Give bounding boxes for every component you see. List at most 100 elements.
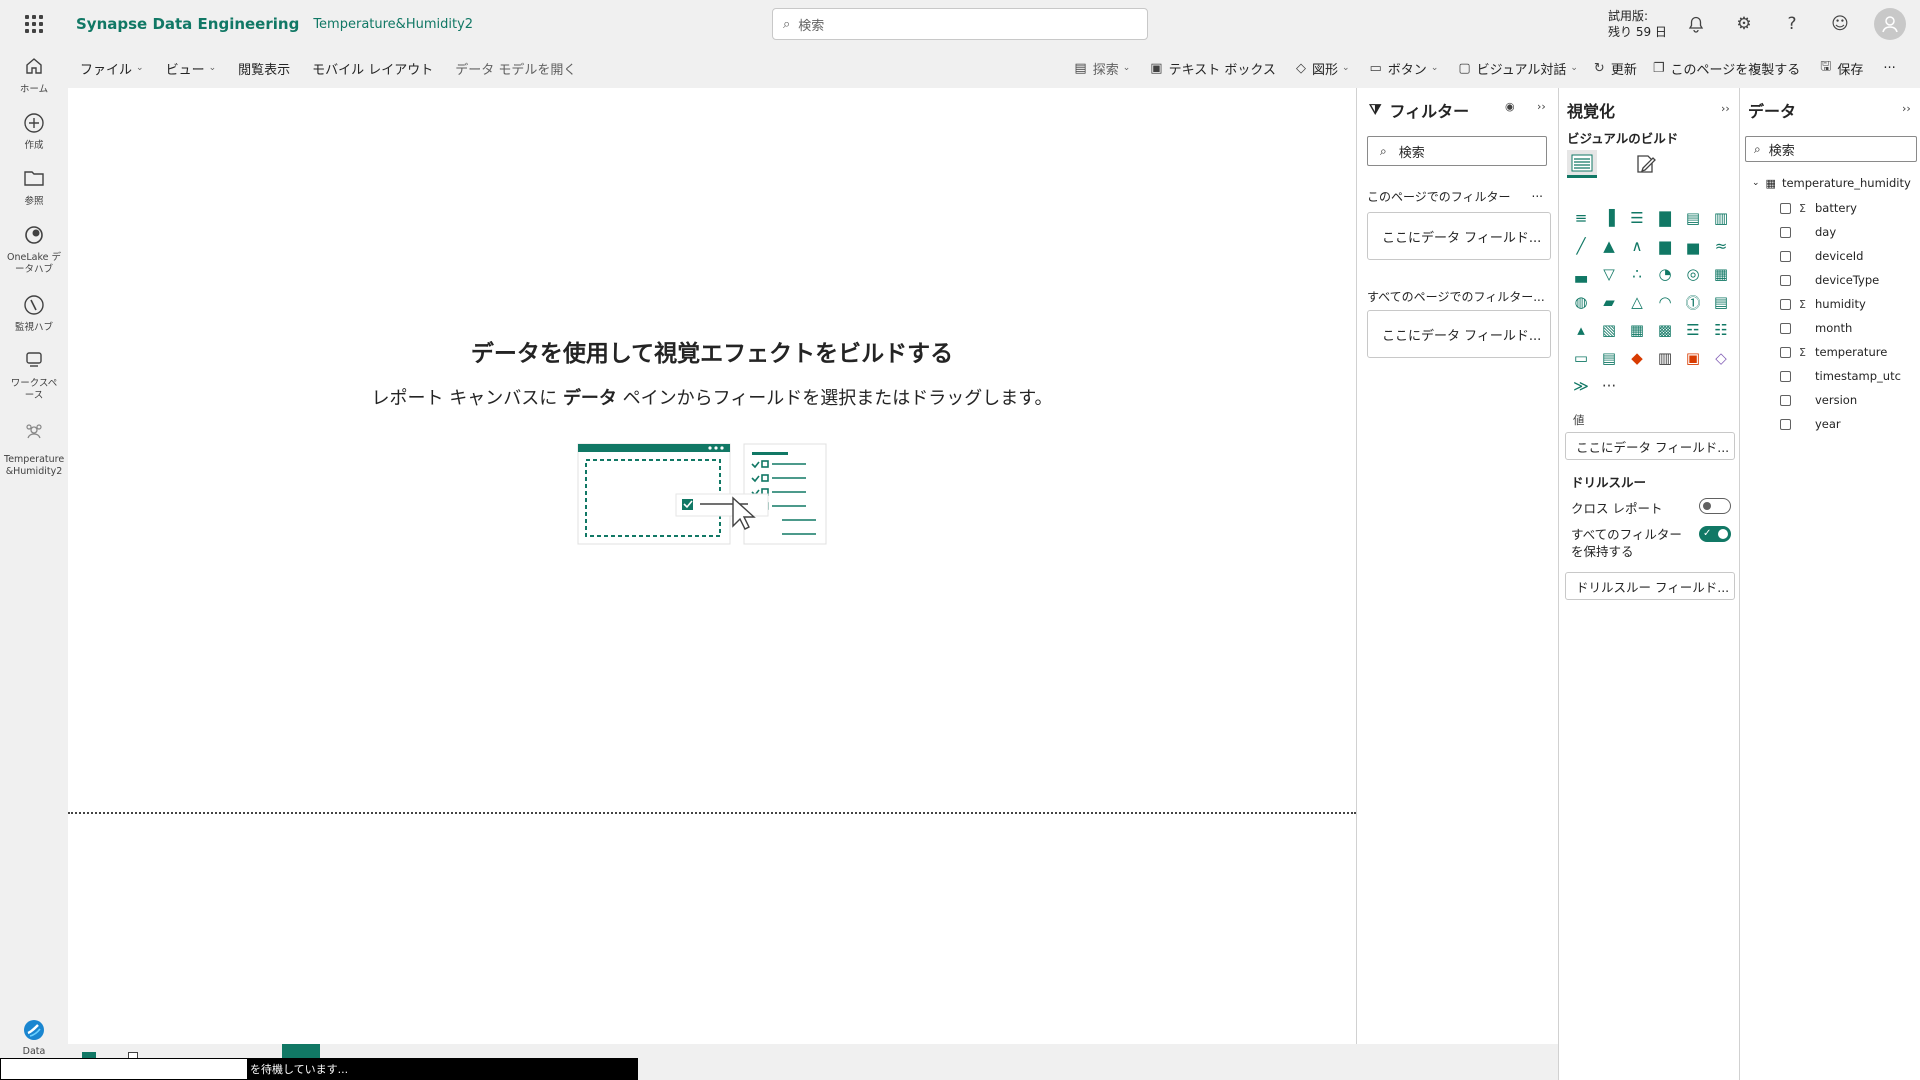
format-visual-tab[interactable] [1631,150,1661,178]
refresh-button[interactable]: ↻ 更新 [1594,48,1637,88]
keep-all-filters-toggle[interactable]: ✓ [1699,526,1731,542]
user-avatar[interactable] [1874,8,1906,40]
field-item-battery[interactable]: Σbattery [1780,200,1857,216]
clustered-bar-chart-icon[interactable]: ☰ [1623,204,1651,232]
collapse-data-chevron-icon[interactable]: ›› [1902,102,1911,115]
collapse-visualizations-chevron-icon[interactable]: ›› [1721,102,1730,115]
field-item-version[interactable]: version [1780,392,1857,408]
feedback-smiley-icon[interactable]: ☺ [1828,12,1852,36]
field-item-temperature[interactable]: Σtemperature [1780,344,1887,360]
field-checkbox[interactable] [1780,202,1791,214]
settings-gear-icon[interactable]: ⚙ [1732,12,1756,36]
view-menu[interactable]: ビュー ⌄ [166,48,217,88]
narrative-icon[interactable]: ▤ [1595,344,1623,372]
all-pages-filter-well[interactable]: ここにデータ フィールド... [1367,310,1551,358]
this-page-filter-well[interactable]: ここにデータ フィールド... [1367,212,1551,260]
global-search-input[interactable]: ⌕ 検索 [772,8,1148,40]
rail-data-experience[interactable]: Data [0,1018,68,1058]
more-options-button[interactable]: ··· [1883,48,1895,88]
field-item-deviceType[interactable]: deviceType [1780,272,1879,288]
field-item-timestamp_utc[interactable]: timestamp_utc [1780,368,1901,384]
field-checkbox[interactable] [1780,274,1791,286]
slicer-icon[interactable]: ▧ [1595,316,1623,344]
stacked-area-chart-icon[interactable]: ∧ [1623,232,1651,260]
field-item-month[interactable]: month [1780,320,1852,336]
buttons-button[interactable]: ▭ ボタン ⌄ [1370,48,1439,88]
field-checkbox[interactable] [1780,322,1791,334]
more-visuals-button[interactable]: ··· [1595,372,1623,400]
funnel-chart-icon[interactable]: ▽ [1595,260,1623,288]
table-icon[interactable]: ▦ [1623,316,1651,344]
100-stacked-column-chart-icon[interactable]: ▥ [1707,204,1735,232]
multi-row-card-icon[interactable]: ▤ [1707,288,1735,316]
duplicate-page-button[interactable]: ❐ このページを複製する [1653,48,1800,88]
report-name[interactable]: Temperature&Humidity2 [313,17,473,32]
line-chart-icon[interactable]: ╱ [1567,232,1595,260]
paginated-report-icon[interactable]: ▥ [1651,344,1679,372]
field-item-deviceId[interactable]: deviceId [1780,248,1863,264]
key-influencers-icon[interactable]: ☲ [1679,316,1707,344]
rail-monitor[interactable]: 監視ハブ [0,294,68,334]
visual-interactions-button[interactable]: ▢ ビジュアル対話 ⌄ [1458,48,1578,88]
field-checkbox[interactable] [1780,370,1791,382]
azure-map-icon[interactable]: △ [1623,288,1651,316]
build-visual-tab[interactable] [1567,150,1597,178]
mobile-layout-button[interactable]: モバイル レイアウト [312,48,433,88]
open-data-model-button[interactable]: データ モデルを開く [455,48,576,88]
stacked-bar-chart-icon[interactable]: ≡ [1567,204,1595,232]
field-item-humidity[interactable]: Σhumidity [1780,296,1866,312]
map-icon[interactable]: ◍ [1567,288,1595,316]
100-stacked-bar-chart-icon[interactable]: ▤ [1679,204,1707,232]
gauge-icon[interactable]: ◠ [1651,288,1679,316]
treemap-icon[interactable]: ▦ [1707,260,1735,288]
table-node[interactable]: ⌄ ▦ temperature_humidity [1752,176,1911,190]
filters-visibility-eye-icon[interactable]: ◉ [1505,100,1515,113]
field-checkbox[interactable] [1780,394,1791,406]
filters-search-input[interactable]: ⌕ 検索 [1367,136,1547,166]
stacked-column-chart-icon[interactable]: ▐ [1595,204,1623,232]
scatter-chart-icon[interactable]: ∴ [1623,260,1651,288]
power-automate-icon[interactable]: ◇ [1707,344,1735,372]
field-checkbox[interactable] [1780,250,1791,262]
chevron-down-icon[interactable]: ⌄ [1752,178,1760,188]
save-button[interactable]: 🖫 保存 [1820,48,1863,88]
line-and-stacked-column-chart-icon[interactable]: ▆ [1651,232,1679,260]
cross-report-toggle[interactable] [1699,498,1731,514]
field-checkbox[interactable] [1780,346,1791,358]
matrix-icon[interactable]: ▩ [1651,316,1679,344]
clustered-column-chart-icon[interactable]: ▇ [1651,204,1679,232]
pie-chart-icon[interactable]: ◔ [1651,260,1679,288]
reading-view-button[interactable]: 閲覧表示 [238,48,290,88]
rail-create[interactable]: 作成 [0,112,68,152]
trial-status[interactable]: 試用版: 残り 59 日 [1608,8,1667,40]
metrics-icon[interactable]: ◆ [1623,344,1651,372]
shapes-button[interactable]: ◇ 図形 ⌄ [1296,48,1350,88]
field-checkbox[interactable] [1780,418,1791,430]
field-item-year[interactable]: year [1780,416,1841,432]
collapse-filters-chevron-icon[interactable]: ›› [1537,100,1546,113]
line-and-clustered-column-chart-icon[interactable]: ▅ [1679,232,1707,260]
drillthrough-field-well[interactable]: ドリルスルー フィールド... [1565,572,1735,600]
rail-browse[interactable]: 参照 [0,168,68,208]
text-box-button[interactable]: ▣ テキスト ボックス [1150,48,1276,88]
data-search-input[interactable]: ⌕ 検索 [1745,136,1917,162]
field-checkbox[interactable] [1780,298,1791,310]
decomposition-tree-icon[interactable]: ☷ [1707,316,1735,344]
rail-report[interactable]: Temperature &Humidity2 [0,422,68,478]
help-icon[interactable]: ? [1780,12,1804,36]
card-icon[interactable]: ⓵ [1679,288,1707,316]
app-name[interactable]: Synapse Data Engineering [76,15,299,33]
donut-chart-icon[interactable]: ◎ [1679,260,1707,288]
this-page-filters-more-button[interactable]: ... [1532,188,1543,200]
rail-home[interactable]: ホーム [0,56,68,96]
ribbon-chart-icon[interactable]: ≈ [1707,232,1735,260]
values-field-well[interactable]: ここにデータ フィールド... [1565,432,1735,460]
power-apps-icon[interactable]: ▣ [1679,344,1707,372]
file-menu[interactable]: ファイル ⌄ [80,48,144,88]
qa-icon[interactable]: ▭ [1567,344,1595,372]
notifications-icon[interactable] [1684,12,1708,36]
explore-button[interactable]: ▤ 探索 ⌄ [1074,48,1130,88]
rail-onelake[interactable]: OneLake データハブ [0,224,68,276]
area-chart-icon[interactable]: ▲ [1595,232,1623,260]
field-item-day[interactable]: day [1780,224,1836,240]
